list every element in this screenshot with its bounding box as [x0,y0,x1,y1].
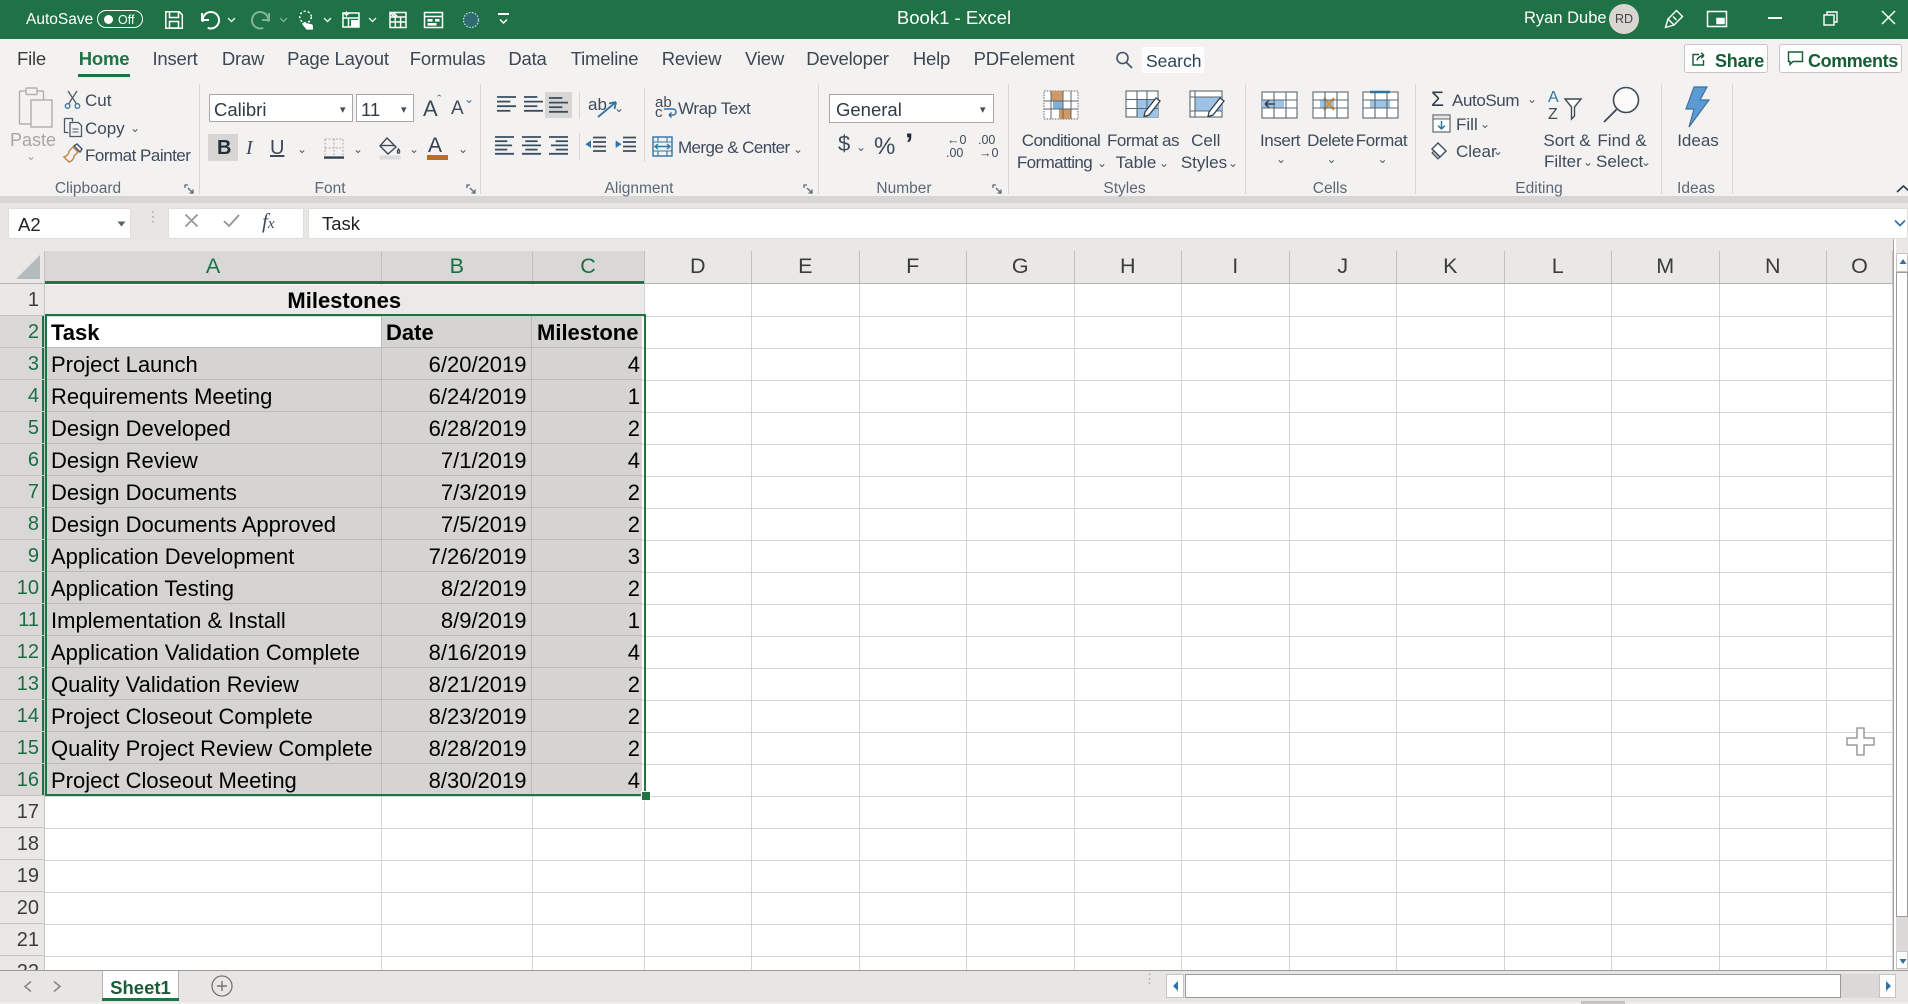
svg-text:.00: .00 [946,146,963,159]
svg-text:A: A [1548,89,1559,106]
svg-text:←0: ←0 [947,133,967,147]
svg-text:.00: .00 [978,133,995,147]
svg-text:Z: Z [1548,106,1558,121]
